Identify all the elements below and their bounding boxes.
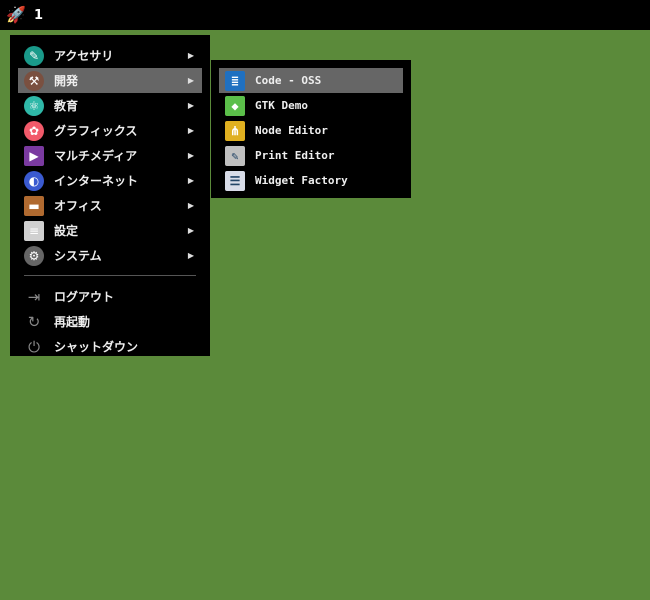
submenu-item-0[interactable]: ≣ Code - OSS: [219, 68, 403, 93]
menu-item-label: インターネット: [54, 174, 139, 188]
rocket-icon[interactable]: 🚀: [6, 5, 26, 25]
gtk-cube-icon: ◆: [225, 95, 245, 116]
power-icon: ⏻: [28, 337, 40, 356]
action-label: 再起動: [54, 315, 91, 329]
submenu-item-label: Code - OSS: [255, 74, 322, 87]
node-editor-icon: ⋔: [225, 120, 245, 141]
menu-item-5[interactable]: ◐ インターネット ▶: [18, 168, 202, 193]
menu-item-label: オフィス: [54, 199, 102, 213]
vscode-icon: ≣: [225, 70, 245, 91]
menu-item-label: 開発: [54, 74, 79, 88]
action-label: シャットダウン: [54, 340, 139, 354]
menu-item-6[interactable]: ▬ オフィス ▶: [18, 193, 202, 218]
accessories-icon: ✎: [24, 45, 44, 66]
internet-icon: ◐: [24, 170, 44, 191]
submenu-item-label: Node Editor: [255, 124, 328, 137]
hammer-icon: ⚒: [24, 70, 44, 91]
submenu-arrow-icon: ▶: [187, 176, 194, 185]
menu-item-label: マルチメディア: [54, 149, 138, 163]
submenu-arrow-icon: ▶: [187, 226, 194, 235]
submenu-item-label: Widget Factory: [255, 174, 348, 187]
multimedia-icon: ▶: [24, 145, 44, 166]
application-menu: ✎ アクセサリ ▶ ⚒ 開発 ▶ ⚛ 教育 ▶ ✿ グラフィックス ▶ ▶ マルチメディア ▶ ◐ インターネッ…: [10, 35, 210, 356]
graphics-icon: ✿: [24, 120, 44, 141]
submenu-arrow-icon: ▶: [187, 51, 194, 60]
menu-item-7[interactable]: ≡ 設定 ▶: [18, 218, 202, 243]
submenu-arrow-icon: ▶: [187, 126, 194, 135]
submenu-item-4[interactable]: ☰ Widget Factory: [219, 168, 403, 193]
settings-icon: ≡: [24, 220, 44, 241]
separator: [24, 275, 196, 276]
menu-item-label: 設定: [54, 224, 79, 238]
submenu-item-3[interactable]: ✎ Print Editor: [219, 143, 403, 168]
top-panel: 🚀 1: [0, 0, 650, 30]
restart-icon: ↻: [27, 312, 41, 331]
education-icon: ⚛: [24, 95, 44, 116]
menu-item-label: システム: [54, 249, 102, 263]
action-item-2[interactable]: ⏻ シャットダウン: [18, 334, 202, 359]
logout-icon: ⇥: [27, 287, 41, 306]
briefcase-icon: ▬: [24, 195, 44, 216]
submenu-item-2[interactable]: ⋔ Node Editor: [219, 118, 403, 143]
development-submenu: ≣ Code - OSS ◆ GTK Demo ⋔ Node Editor ✎ Print E…: [211, 60, 411, 198]
menu-item-4[interactable]: ▶ マルチメディア ▶: [18, 143, 202, 168]
action-label: ログアウト: [54, 290, 115, 304]
action-item-0[interactable]: ⇥ ログアウト: [18, 284, 202, 309]
submenu-arrow-icon: ▶: [187, 101, 194, 110]
submenu-arrow-icon: ▶: [187, 201, 194, 210]
submenu-arrow-icon: ▶: [187, 76, 194, 85]
action-item-1[interactable]: ↻ 再起動: [18, 309, 202, 334]
menu-item-label: グラフィックス: [54, 124, 138, 138]
submenu-item-1[interactable]: ◆ GTK Demo: [219, 93, 403, 118]
menu-item-1[interactable]: ⚒ 開発 ▶: [18, 68, 202, 93]
menu-item-3[interactable]: ✿ グラフィックス ▶: [18, 118, 202, 143]
gear-icon: ⚙: [24, 245, 44, 266]
submenu-item-label: GTK Demo: [255, 99, 308, 112]
print-editor-icon: ✎: [225, 145, 245, 166]
menu-item-2[interactable]: ⚛ 教育 ▶: [18, 93, 202, 118]
submenu-item-label: Print Editor: [255, 149, 335, 162]
menu-item-label: 教育: [54, 99, 79, 113]
submenu-arrow-icon: ▶: [187, 151, 194, 160]
submenu-arrow-icon: ▶: [187, 251, 194, 260]
workspace-indicator[interactable]: 1: [34, 8, 43, 23]
menu-item-0[interactable]: ✎ アクセサリ ▶: [18, 43, 202, 68]
menu-item-8[interactable]: ⚙ システム ▶: [18, 243, 202, 268]
widget-factory-icon: ☰: [225, 170, 245, 191]
menu-item-label: アクセサリ: [54, 49, 114, 63]
